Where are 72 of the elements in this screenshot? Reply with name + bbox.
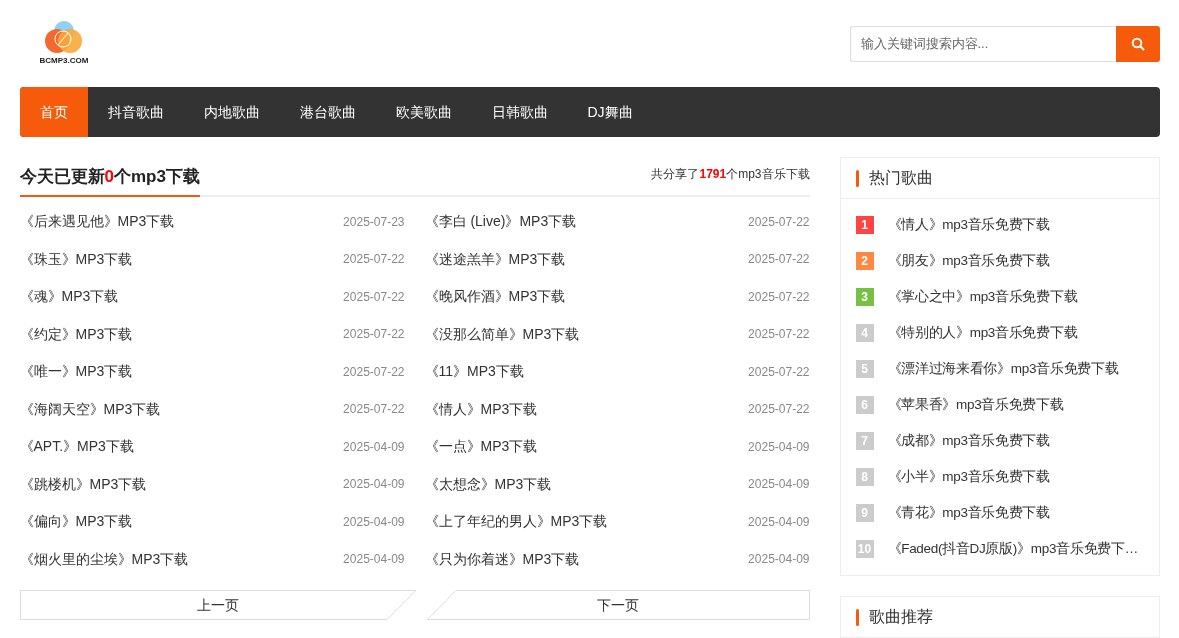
logo-text: BCMP3.COM <box>39 56 89 65</box>
song-link[interactable]: 《太想念》MP3下载 <box>424 473 552 495</box>
song-link[interactable]: 《海阔天空》MP3下载 <box>19 398 161 420</box>
hot-song-link[interactable]: 《苹果香》mp3音乐免费下载 <box>887 394 1064 416</box>
song-date: 2025-07-22 <box>343 363 405 381</box>
song-link[interactable]: 《烟火里的尘埃》MP3下载 <box>19 548 189 570</box>
song-link[interactable]: 《一点》MP3下载 <box>424 436 538 458</box>
song-date: 2025-07-22 <box>748 326 810 344</box>
song-date: 2025-07-22 <box>748 251 810 269</box>
song-link[interactable]: 《没那么简单》MP3下载 <box>424 323 580 345</box>
song-date: 2025-04-09 <box>343 438 405 456</box>
hot-song-link[interactable]: 《成都》mp3音乐免费下载 <box>887 430 1050 452</box>
total-count-text: 共分享了 1791个mp3音乐下载 <box>651 166 810 183</box>
song-date: 2025-04-09 <box>343 476 405 494</box>
hot-song-link[interactable]: 《漂洋过海来看你》mp3音乐免费下载 <box>887 358 1119 380</box>
song-link[interactable]: 《偏向》MP3下载 <box>19 511 133 533</box>
panel-title: 热门歌曲 <box>868 168 933 188</box>
song-date: 2025-07-22 <box>343 288 405 306</box>
nav-tab[interactable]: DJ舞曲 <box>567 87 653 137</box>
song-date: 2025-07-22 <box>343 401 405 419</box>
nav-tab[interactable]: 欧美歌曲 <box>375 87 472 137</box>
hot-song-link[interactable]: 《朋友》mp3音乐免费下载 <box>887 250 1050 272</box>
song-date: 2025-04-09 <box>748 513 810 531</box>
hot-song-link[interactable]: 《小半》mp3音乐免费下载 <box>887 466 1050 488</box>
song-date: 2025-04-09 <box>748 476 810 494</box>
song-link[interactable]: 《APT.》MP3下载 <box>19 436 134 458</box>
rank-badge: 3 <box>855 288 874 306</box>
song-link[interactable]: 《唯一》MP3下载 <box>19 361 133 383</box>
hot-song-link[interactable]: 《情人》mp3音乐免费下载 <box>887 214 1050 236</box>
song-date: 2025-04-09 <box>748 551 810 569</box>
song-link[interactable]: 《11》MP3下载 <box>424 361 524 383</box>
song-date: 2025-07-22 <box>748 363 810 381</box>
logo-icon <box>43 18 84 55</box>
next-page-button[interactable]: 下一页 <box>426 590 810 620</box>
song-date: 2025-07-22 <box>343 251 405 269</box>
song-date: 2025-07-22 <box>748 401 810 419</box>
song-link[interactable]: 《情人》MP3下载 <box>424 398 538 420</box>
search-field[interactable]: 输入关键词搜索内容... <box>849 25 1116 62</box>
nav-tab[interactable]: 抖音歌曲 <box>87 87 184 137</box>
song-date: 2025-04-09 <box>343 513 405 531</box>
hot-song-link[interactable]: 《掌心之中》mp3音乐免费下载 <box>887 286 1078 308</box>
song-date: 2025-04-09 <box>748 438 810 456</box>
section-title: 今天已更新0个mp3下载 <box>19 163 200 197</box>
song-link[interactable]: 《晚风作酒》MP3下载 <box>424 286 566 308</box>
song-link[interactable]: 《后来遇见他》MP3下载 <box>19 211 175 233</box>
song-date: 2025-07-22 <box>343 326 405 344</box>
search-button[interactable] <box>1115 25 1160 62</box>
song-link[interactable]: 《跳楼机》MP3下载 <box>19 473 147 495</box>
title-accent <box>855 169 859 187</box>
nav-tab[interactable]: 日韩歌曲 <box>471 87 568 137</box>
song-date: 2025-07-23 <box>343 213 405 231</box>
search-icon <box>1130 36 1145 51</box>
nav-tab[interactable]: 内地歌曲 <box>183 87 280 137</box>
song-link[interactable]: 《迷途羔羊》MP3下载 <box>424 248 566 270</box>
song-date: 2025-07-22 <box>748 288 810 306</box>
hot-song-link[interactable]: 《青花》mp3音乐免费下载 <box>887 502 1050 524</box>
nav-tab[interactable]: 港台歌曲 <box>279 87 376 137</box>
title-accent <box>855 608 859 626</box>
song-link[interactable]: 《上了年纪的男人》MP3下载 <box>424 511 608 533</box>
song-link[interactable]: 《约定》MP3下载 <box>19 323 133 345</box>
song-date: 2025-07-22 <box>748 213 810 231</box>
song-link[interactable]: 《只为你着迷》MP3下载 <box>424 548 580 570</box>
hot-song-link[interactable]: 《Faded(抖音DJ原版)》mp3音乐免费下… <box>887 538 1138 560</box>
hot-song-link[interactable]: 《特别的人》mp3音乐免费下载 <box>887 322 1078 344</box>
song-date: 2025-04-09 <box>343 551 405 569</box>
panel-title: 歌曲推荐 <box>868 607 933 627</box>
song-link[interactable]: 《魂》MP3下载 <box>19 286 119 308</box>
rank-badge: 2 <box>855 252 874 270</box>
song-link[interactable]: 《珠玉》MP3下载 <box>19 248 133 270</box>
rank-badge: 1 <box>855 216 874 234</box>
prev-page-button[interactable]: 上一页 <box>19 590 417 620</box>
song-link[interactable]: 《李白 (Live)》MP3下载 <box>424 211 577 233</box>
